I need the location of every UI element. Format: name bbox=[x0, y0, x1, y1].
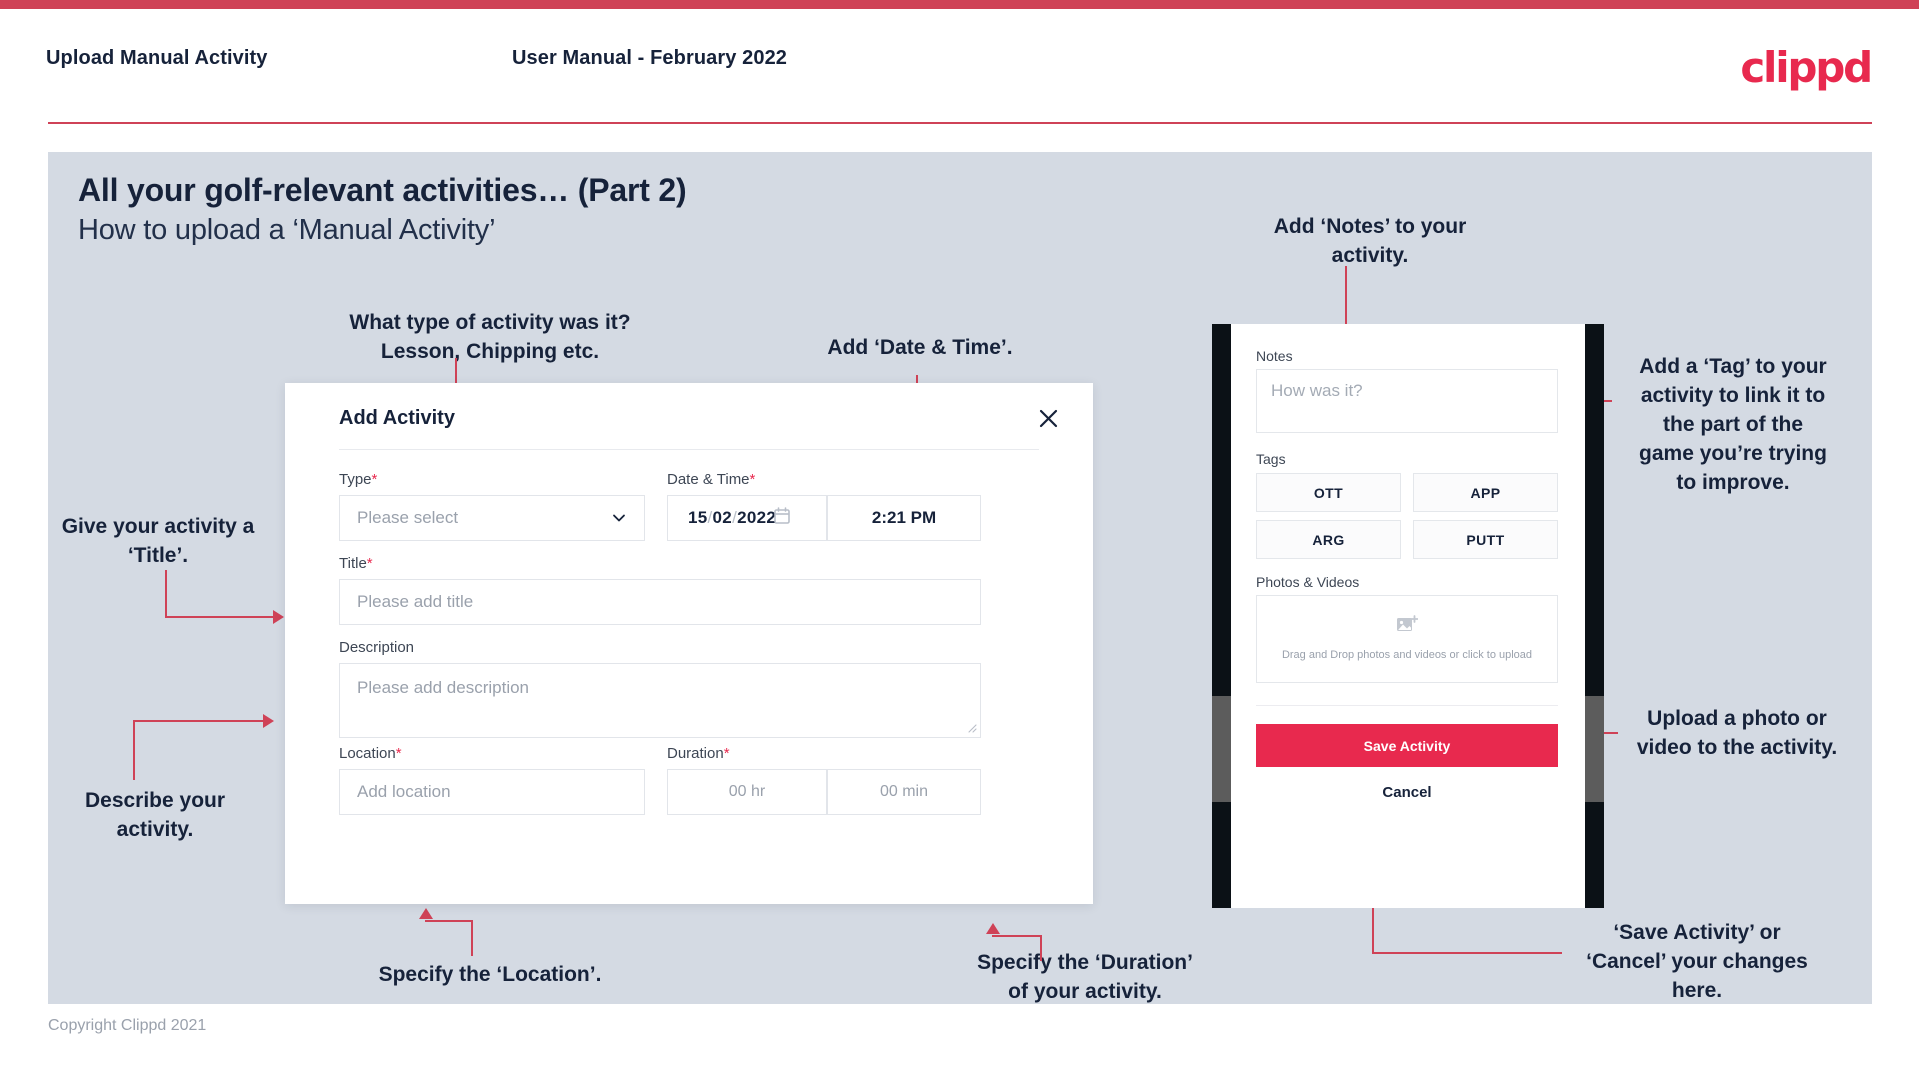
duration-required-mark: * bbox=[723, 745, 730, 762]
title-label: Title* bbox=[339, 555, 373, 572]
connector-title-v bbox=[165, 570, 167, 618]
callout-duration: Specify the ‘Duration’ of your activity. bbox=[977, 951, 1193, 1003]
location-input[interactable]: Add location bbox=[339, 769, 645, 815]
connector-location-h bbox=[425, 920, 473, 922]
dialog-divider bbox=[339, 449, 1039, 450]
tags-label: Tags bbox=[1256, 451, 1286, 467]
connector-save-h bbox=[1372, 952, 1562, 954]
callout-location: Specify the ‘Location’. bbox=[378, 963, 602, 986]
tag-button-ott[interactable]: OTT bbox=[1256, 473, 1401, 512]
type-label: Type* bbox=[339, 471, 377, 488]
phone-mockup: Notes How was it? Tags OTT APP ARG PUTT … bbox=[1212, 324, 1604, 908]
duration-minutes-input[interactable]: 00 min bbox=[827, 769, 981, 815]
time-value: 2:21 PM bbox=[871, 508, 937, 527]
title-placeholder: Please add title bbox=[357, 592, 474, 611]
connector-duration-arrow bbox=[986, 923, 1000, 934]
slide-title: All your golf-relevant activities… (Part… bbox=[78, 172, 687, 208]
location-placeholder: Add location bbox=[357, 782, 451, 801]
tag-button-arg[interactable]: ARG bbox=[1256, 520, 1401, 559]
chevron-down-icon bbox=[612, 511, 626, 525]
date-value: 15/02/2022 bbox=[668, 508, 776, 528]
header-subtitle: User Manual - February 2022 bbox=[512, 47, 788, 69]
type-required-mark: * bbox=[371, 471, 378, 488]
title-required-mark: * bbox=[366, 555, 373, 572]
location-label-text: Location bbox=[339, 745, 396, 762]
resize-grip-icon[interactable] bbox=[966, 722, 977, 735]
phone-divider bbox=[1256, 705, 1558, 706]
description-label-text: Description bbox=[339, 639, 415, 656]
top-accent-bar bbox=[0, 0, 1919, 9]
notes-placeholder: How was it? bbox=[1271, 381, 1363, 400]
callout-tag: Add a ‘Tag’ to your activity to link it … bbox=[1639, 355, 1827, 494]
tag-button-putt[interactable]: PUTT bbox=[1413, 520, 1558, 559]
callout-save: ‘Save Activity’ or ‘Cancel’ your changes… bbox=[1586, 921, 1808, 1002]
connector-location-v2 bbox=[471, 920, 473, 956]
connector-title-arrow bbox=[273, 610, 284, 624]
callout-upload: Upload a photo or video to the activity. bbox=[1636, 707, 1838, 759]
cancel-button[interactable]: Cancel bbox=[1256, 784, 1558, 801]
datetime-required-mark: * bbox=[749, 471, 756, 488]
phone-side-button-right bbox=[1585, 696, 1604, 802]
save-activity-button[interactable]: Save Activity bbox=[1256, 724, 1558, 767]
connector-description-v bbox=[133, 720, 135, 780]
date-day: 15 bbox=[688, 508, 708, 527]
duration-hours-input[interactable]: 00 hr bbox=[667, 769, 827, 815]
close-icon[interactable] bbox=[1031, 401, 1065, 435]
description-textarea[interactable]: Please add description bbox=[339, 663, 981, 738]
connector-location-arrow bbox=[419, 908, 433, 919]
phone-bezel-left bbox=[1212, 324, 1231, 908]
title-label-text: Title bbox=[339, 555, 367, 572]
page-header: Upload Manual Activity User Manual - Feb… bbox=[0, 9, 1919, 125]
media-dropzone-text: Drag and Drop photos and videos or click… bbox=[1281, 649, 1533, 661]
duration-hours-placeholder: 00 hr bbox=[728, 783, 766, 800]
connector-description-h bbox=[133, 720, 265, 722]
notes-textarea[interactable]: How was it? bbox=[1256, 369, 1558, 433]
header-divider bbox=[48, 122, 1872, 124]
callout-datetime: Add ‘Date & Time’. bbox=[827, 336, 1013, 359]
page-title: Upload Manual Activity bbox=[46, 47, 268, 69]
callout-type: What type of activity was it? Lesson, Ch… bbox=[349, 311, 631, 363]
connector-duration-h bbox=[992, 935, 1042, 937]
datetime-label: Date & Time* bbox=[667, 471, 755, 488]
type-placeholder: Please select bbox=[357, 508, 459, 527]
dialog-header: Add Activity bbox=[285, 383, 1093, 449]
location-required-mark: * bbox=[395, 745, 402, 762]
callout-description: Describe your activity. bbox=[84, 789, 226, 841]
description-placeholder: Please add description bbox=[357, 678, 530, 697]
type-label-text: Type bbox=[339, 471, 372, 488]
connector-description-arrow bbox=[263, 714, 274, 728]
description-label: Description bbox=[339, 639, 414, 656]
time-input[interactable]: 2:21 PM bbox=[827, 495, 981, 541]
clippd-logo: clippd bbox=[1740, 43, 1873, 92]
slide-subtitle: How to upload a ‘Manual Activity’ bbox=[78, 214, 496, 246]
connector-title-h bbox=[165, 616, 275, 618]
datetime-label-text: Date & Time bbox=[667, 471, 750, 488]
notes-label: Notes bbox=[1256, 348, 1293, 364]
duration-label-text: Duration bbox=[667, 745, 724, 762]
media-dropzone[interactable]: Drag and Drop photos and videos or click… bbox=[1256, 595, 1558, 683]
date-year: 2022 bbox=[737, 508, 777, 527]
connector-duration-v2 bbox=[1040, 935, 1042, 961]
phone-side-button-left bbox=[1212, 696, 1231, 802]
tag-button-app[interactable]: APP bbox=[1413, 473, 1558, 512]
type-select[interactable]: Please select bbox=[339, 495, 645, 541]
title-input[interactable]: Please add title bbox=[339, 579, 981, 625]
add-activity-dialog: Add Activity Type* Please select Date & … bbox=[285, 383, 1093, 904]
footer-copyright: Copyright Clippd 2021 bbox=[48, 1017, 207, 1034]
phone-bezel-right bbox=[1585, 324, 1604, 908]
date-month: 02 bbox=[712, 508, 733, 527]
duration-minutes-placeholder: 00 min bbox=[879, 783, 929, 800]
callout-title: Give your activity a ‘Title’. bbox=[61, 515, 255, 567]
dialog-title: Add Activity bbox=[339, 407, 455, 429]
media-label: Photos & Videos bbox=[1256, 574, 1360, 590]
calendar-icon[interactable] bbox=[774, 507, 790, 529]
location-label: Location* bbox=[339, 745, 402, 762]
phone-screen: Notes How was it? Tags OTT APP ARG PUTT … bbox=[1231, 324, 1585, 908]
date-input[interactable]: 15/02/2022 bbox=[667, 495, 827, 541]
callout-notes: Add ‘Notes’ to your activity. bbox=[1273, 215, 1467, 267]
add-image-icon bbox=[1396, 615, 1419, 640]
duration-label: Duration* bbox=[667, 745, 730, 762]
